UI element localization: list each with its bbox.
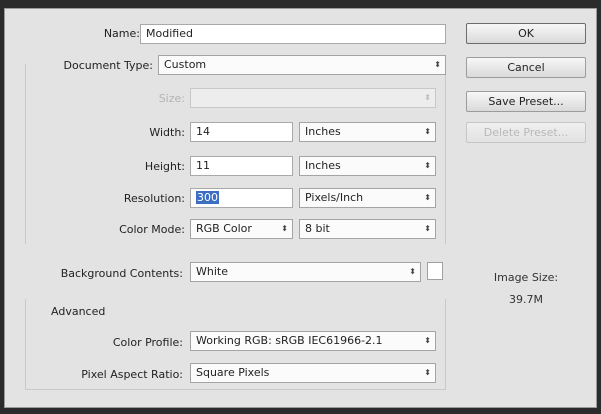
width-unit-select[interactable]: Inches ⬍ bbox=[299, 122, 436, 142]
updown-arrow-icon: ⬍ bbox=[424, 224, 431, 233]
image-size-value: 39.7M bbox=[509, 293, 543, 306]
color-mode-label: Color Mode: bbox=[119, 223, 185, 236]
bit-depth-select[interactable]: 8 bit ⬍ bbox=[299, 219, 436, 239]
background-contents-value: White bbox=[196, 265, 228, 278]
resolution-selected-text: 300 bbox=[196, 191, 219, 204]
pixel-aspect-ratio-select[interactable]: Square Pixels ⬍ bbox=[190, 363, 436, 383]
updown-arrow-icon: ⬍ bbox=[424, 127, 431, 136]
advanced-heading: Advanced bbox=[51, 305, 106, 318]
delete-preset-button: Delete Preset... bbox=[466, 122, 586, 143]
document-type-label: Document Type: bbox=[63, 59, 153, 72]
updown-arrow-icon: ⬍ bbox=[424, 368, 431, 377]
document-type-value: Custom bbox=[164, 58, 207, 71]
color-profile-label: Color Profile: bbox=[112, 336, 183, 349]
updown-arrow-icon: ⬍ bbox=[409, 267, 416, 276]
resolution-label: Resolution: bbox=[123, 192, 185, 205]
advanced-border-right bbox=[445, 299, 446, 389]
resolution-input[interactable]: 300 bbox=[190, 188, 293, 208]
height-unit-value: Inches bbox=[305, 159, 341, 172]
resolution-unit-value: Pixels/Inch bbox=[305, 191, 364, 204]
advanced-border-left bbox=[25, 299, 26, 389]
ok-button[interactable]: OK bbox=[466, 23, 586, 44]
width-unit-value: Inches bbox=[305, 125, 341, 138]
group-border-left bbox=[25, 64, 26, 244]
background-contents-select[interactable]: White ⬍ bbox=[190, 262, 421, 282]
background-contents-label: Background Contents: bbox=[60, 267, 183, 280]
updown-arrow-icon: ⬍ bbox=[424, 193, 431, 202]
updown-arrow-icon: ⬍ bbox=[424, 161, 431, 170]
new-document-dialog: Name: Modified Document Type: Custom ⬍ S… bbox=[4, 8, 597, 408]
image-size-label: Image Size: bbox=[493, 271, 559, 284]
cancel-button[interactable]: Cancel bbox=[466, 57, 586, 78]
pixel-aspect-ratio-label: Pixel Aspect Ratio: bbox=[81, 368, 183, 381]
resolution-unit-select[interactable]: Pixels/Inch ⬍ bbox=[299, 188, 436, 208]
save-preset-button[interactable]: Save Preset... bbox=[466, 91, 586, 112]
pixel-aspect-ratio-value: Square Pixels bbox=[196, 366, 270, 379]
advanced-border-bottom bbox=[25, 389, 446, 390]
width-input[interactable]: 14 bbox=[190, 122, 293, 142]
name-label: Name: bbox=[103, 27, 140, 40]
color-profile-value: Working RGB: sRGB IEC61966-2.1 bbox=[196, 334, 383, 347]
updown-arrow-icon: ⬍ bbox=[281, 224, 288, 233]
updown-arrow-icon: ⬍ bbox=[424, 336, 431, 345]
size-select: ⬍ bbox=[190, 88, 436, 108]
background-color-swatch[interactable] bbox=[427, 262, 443, 280]
name-input[interactable]: Modified bbox=[140, 24, 446, 44]
height-label: Height: bbox=[144, 160, 185, 173]
color-mode-select[interactable]: RGB Color ⬍ bbox=[190, 219, 293, 239]
updown-arrow-icon: ⬍ bbox=[424, 93, 431, 102]
group-border-right bbox=[445, 64, 446, 244]
color-profile-select[interactable]: Working RGB: sRGB IEC61966-2.1 ⬍ bbox=[190, 331, 436, 351]
width-label: Width: bbox=[149, 126, 185, 139]
height-input[interactable]: 11 bbox=[190, 156, 293, 176]
size-label: Size: bbox=[158, 92, 185, 105]
bit-depth-value: 8 bit bbox=[305, 222, 330, 235]
color-mode-value: RGB Color bbox=[196, 222, 252, 235]
updown-arrow-icon: ⬍ bbox=[434, 60, 441, 69]
document-type-select[interactable]: Custom ⬍ bbox=[158, 55, 446, 75]
height-unit-select[interactable]: Inches ⬍ bbox=[299, 156, 436, 176]
